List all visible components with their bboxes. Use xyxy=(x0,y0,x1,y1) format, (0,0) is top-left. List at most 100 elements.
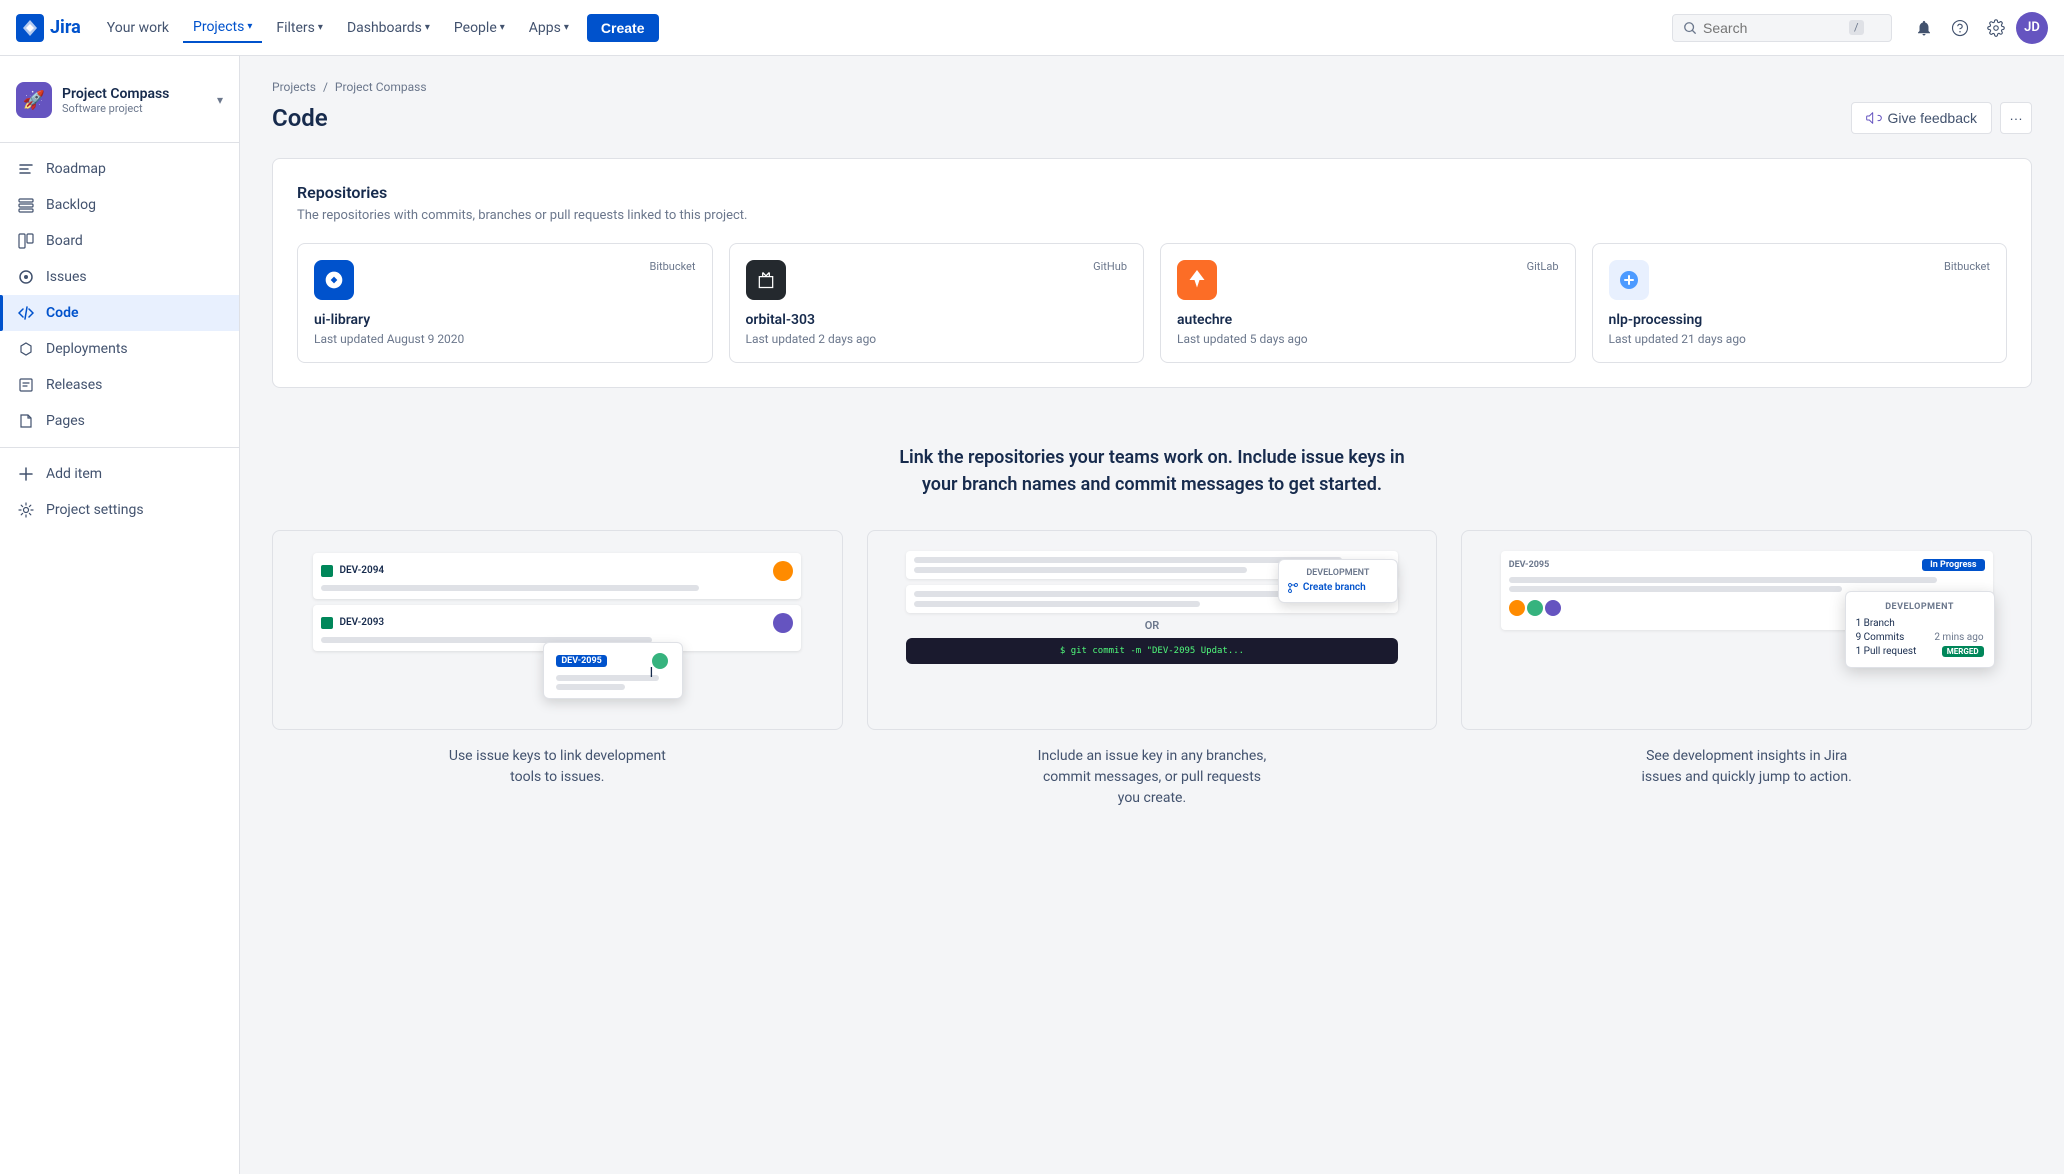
info-text-2: Include an issue key in any branches, co… xyxy=(1032,746,1272,809)
more-options-button[interactable]: ··· xyxy=(2000,102,2032,134)
nav-projects[interactable]: Projects ▾ xyxy=(183,13,262,43)
sidebar-item-pages[interactable]: Pages xyxy=(0,403,239,439)
chevron-down-icon: ▾ xyxy=(564,22,569,33)
logo-text: Jira xyxy=(50,17,81,38)
bell-icon xyxy=(1915,19,1933,37)
chevron-down-icon: ▾ xyxy=(247,21,252,32)
page-actions: Give feedback ··· xyxy=(1851,102,2033,134)
sidebar-divider-2 xyxy=(0,447,239,448)
gear-icon xyxy=(1987,19,2005,37)
sidebar-item-board[interactable]: Board xyxy=(0,223,239,259)
project-name: Project Compass xyxy=(62,86,169,102)
main-content: Projects / Project Compass Code Give fee… xyxy=(240,56,2064,1174)
repo-updated: Last updated 2 days ago xyxy=(746,332,1128,346)
search-input[interactable] xyxy=(1703,20,1843,36)
breadcrumb-projects[interactable]: Projects xyxy=(272,80,316,94)
repo-name: nlp-processing xyxy=(1609,312,1991,328)
repo-updated: Last updated 21 days ago xyxy=(1609,332,1991,346)
create-button[interactable]: Create xyxy=(587,14,659,42)
releases-icon xyxy=(16,375,36,395)
megaphone-icon xyxy=(1866,110,1882,126)
repositories-subtitle: The repositories with commits, branches … xyxy=(297,208,2007,223)
repo-source: Bitbucket xyxy=(649,260,695,273)
settings-icon xyxy=(16,500,36,520)
info-visual-insights: DEV-2095 In Progress xyxy=(1461,530,2032,730)
info-visual-commit: OR $ git commit -m "DEV-2095 Updat... DE… xyxy=(867,530,1438,730)
repositories-section: Repositories The repositories with commi… xyxy=(272,158,2032,388)
repo-source: GitLab xyxy=(1527,260,1559,273)
help-button[interactable] xyxy=(1944,12,1976,44)
nav-people[interactable]: People ▾ xyxy=(444,14,515,42)
nav-filters[interactable]: Filters ▾ xyxy=(266,14,333,42)
repositories-grid: Bitbucket ui-library Last updated August… xyxy=(297,243,2007,363)
search-shortcut: / xyxy=(1849,20,1864,35)
issues-icon xyxy=(16,267,36,287)
help-icon xyxy=(1951,19,1969,37)
pages-icon xyxy=(16,411,36,431)
repo-name: ui-library xyxy=(314,312,696,328)
repo-name: orbital-303 xyxy=(746,312,1128,328)
repo-name: autechre xyxy=(1177,312,1559,328)
info-item-3: DEV-2095 In Progress xyxy=(1461,530,2032,809)
user-avatar[interactable]: JD xyxy=(2016,12,2048,44)
info-item-2: OR $ git commit -m "DEV-2095 Updat... DE… xyxy=(867,530,1438,809)
settings-button[interactable] xyxy=(1980,12,2012,44)
sidebar: 🚀 Project Compass Software project ▾ Roa… xyxy=(0,56,240,1174)
board-icon xyxy=(16,231,36,251)
info-item-1: DEV-2094 DEV-2093 xyxy=(272,530,843,809)
project-type: Software project xyxy=(62,102,169,115)
add-icon xyxy=(16,464,36,484)
chevron-down-icon: ▾ xyxy=(500,22,505,33)
sidebar-item-releases[interactable]: Releases xyxy=(0,367,239,403)
page-header: Code Give feedback ··· xyxy=(272,102,2032,134)
nav-apps[interactable]: Apps ▾ xyxy=(519,14,579,42)
project-switcher[interactable]: 🚀 Project Compass Software project ▾ xyxy=(0,72,239,134)
sidebar-divider xyxy=(0,142,239,143)
breadcrumb-project-compass[interactable]: Project Compass xyxy=(335,80,427,94)
gitlab-icon xyxy=(1177,260,1217,300)
nav-dashboards[interactable]: Dashboards ▾ xyxy=(337,14,440,42)
breadcrumb: Projects / Project Compass xyxy=(272,80,2032,94)
nav-your-work[interactable]: Your work xyxy=(97,14,179,42)
project-icon: 🚀 xyxy=(16,82,52,118)
chevron-down-icon: ▾ xyxy=(318,22,323,33)
notifications-button[interactable] xyxy=(1908,12,1940,44)
deployments-icon xyxy=(16,339,36,359)
repo-source: GitHub xyxy=(1093,260,1127,273)
github-icon xyxy=(746,260,786,300)
repo-updated: Last updated August 9 2020 xyxy=(314,332,696,346)
repo-card-orbital-303[interactable]: GitHub orbital-303 Last updated 2 days a… xyxy=(729,243,1145,363)
search-icon xyxy=(1683,21,1697,35)
top-navigation: Jira Your work Projects ▾ Filters ▾ Dash… xyxy=(0,0,2064,56)
jira-logo[interactable]: Jira xyxy=(16,14,81,42)
page-title: Code xyxy=(272,104,328,132)
repositories-title: Repositories xyxy=(297,183,2007,202)
app-layout: 🚀 Project Compass Software project ▾ Roa… xyxy=(0,56,2064,1174)
chevron-down-icon: ▾ xyxy=(217,93,223,107)
repo-logo xyxy=(1609,260,1649,300)
sidebar-item-code[interactable]: Code xyxy=(0,295,239,331)
nav-links: Your work Projects ▾ Filters ▾ Dashboard… xyxy=(97,13,659,43)
repo-card-autechre[interactable]: GitLab autechre Last updated 5 days ago xyxy=(1160,243,1576,363)
bitbucket-icon xyxy=(314,260,354,300)
sidebar-item-roadmap[interactable]: Roadmap xyxy=(0,151,239,187)
backlog-icon xyxy=(16,195,36,215)
code-icon xyxy=(16,303,36,323)
search-bar[interactable]: / xyxy=(1672,14,1892,42)
sidebar-item-deployments[interactable]: Deployments xyxy=(0,331,239,367)
give-feedback-button[interactable]: Give feedback xyxy=(1851,102,1993,134)
nav-icons: JD xyxy=(1908,12,2048,44)
roadmap-icon xyxy=(16,159,36,179)
sidebar-item-backlog[interactable]: Backlog xyxy=(0,187,239,223)
sidebar-item-issues[interactable]: Issues xyxy=(0,259,239,295)
chevron-down-icon: ▾ xyxy=(425,22,430,33)
repo-updated: Last updated 5 days ago xyxy=(1177,332,1559,346)
info-text-3: See development insights in Jira issues … xyxy=(1627,746,1867,788)
sidebar-item-add-item[interactable]: Add item xyxy=(0,456,239,492)
info-section: Link the repositories your teams work on… xyxy=(272,420,2032,833)
sidebar-item-project-settings[interactable]: Project settings xyxy=(0,492,239,528)
info-grid: DEV-2094 DEV-2093 xyxy=(272,530,2032,809)
repo-card-ui-library[interactable]: Bitbucket ui-library Last updated August… xyxy=(297,243,713,363)
breadcrumb-separator: / xyxy=(323,80,331,94)
repo-card-nlp-processing[interactable]: Bitbucket nlp-processing Last updated 21… xyxy=(1592,243,2008,363)
